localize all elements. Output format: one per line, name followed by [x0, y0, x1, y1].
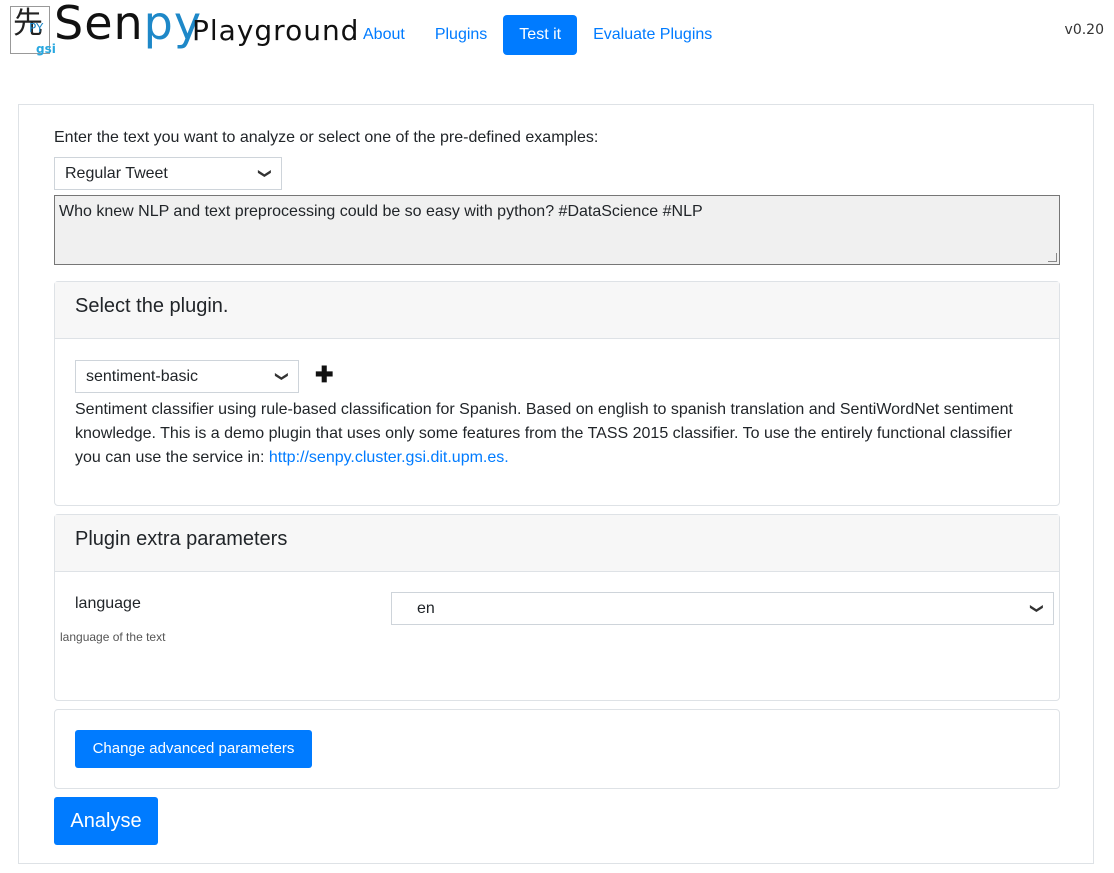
- nav-evaluate-plugins[interactable]: Evaluate Plugins: [578, 15, 727, 55]
- resize-handle-icon[interactable]: [1048, 253, 1057, 262]
- chevron-down-icon: ❯: [258, 168, 274, 179]
- example-select-value: Regular Tweet: [65, 165, 168, 182]
- main-nav: About Plugins Test it Evaluate Plugins: [348, 15, 727, 55]
- senpy-logo[interactable]: 先 PY gsi Senpy Playground: [8, 0, 358, 60]
- example-select[interactable]: Regular Tweet ❯: [54, 157, 282, 190]
- version-label: v0.20: [1064, 22, 1104, 38]
- param-language-label: language: [75, 595, 141, 612]
- advanced-card: Change advanced parameters: [54, 709, 1060, 789]
- analyse-button[interactable]: Analyse: [54, 797, 158, 845]
- language-select[interactable]: en ❯: [391, 592, 1054, 625]
- playground-panel: Enter the text you want to analyze or se…: [18, 104, 1094, 864]
- input-prompt: Enter the text you want to analyze or se…: [54, 129, 599, 146]
- nav-test-it[interactable]: Test it: [503, 15, 578, 55]
- plugin-select[interactable]: sentiment-basic ❯: [75, 360, 299, 393]
- logo-gsi: gsi: [36, 42, 56, 56]
- logo-senpy-text: Senpy: [54, 0, 203, 50]
- change-advanced-parameters-button[interactable]: Change advanced parameters: [75, 730, 312, 768]
- plugin-card-title: Select the plugin.: [55, 282, 1059, 339]
- nav-about[interactable]: About: [348, 15, 420, 55]
- plugin-card: Select the plugin. sentiment-basic ❯ ✚ S…: [54, 281, 1060, 506]
- extra-params-card: Plugin extra parameters language languag…: [54, 514, 1060, 701]
- text-input[interactable]: Who knew NLP and text preprocessing coul…: [54, 195, 1060, 265]
- chevron-down-icon: ❯: [1030, 603, 1046, 614]
- logo-playground-text: Playground: [192, 14, 360, 47]
- plugin-description: Sentiment classifier using rule-based cl…: [75, 401, 1013, 466]
- plus-icon[interactable]: ✚: [315, 364, 333, 386]
- param-language-help: language of the text: [60, 630, 166, 644]
- chevron-down-icon: ❯: [275, 371, 291, 382]
- extra-params-title: Plugin extra parameters: [55, 515, 1059, 572]
- logo-mark-py: PY: [29, 21, 44, 35]
- nav-plugins[interactable]: Plugins: [420, 15, 502, 55]
- language-select-value: en: [417, 600, 435, 617]
- text-input-value: Who knew NLP and text preprocessing coul…: [59, 203, 703, 220]
- plugin-select-value: sentiment-basic: [86, 368, 199, 385]
- service-link[interactable]: http://senpy.cluster.gsi.dit.upm.es.: [269, 449, 509, 466]
